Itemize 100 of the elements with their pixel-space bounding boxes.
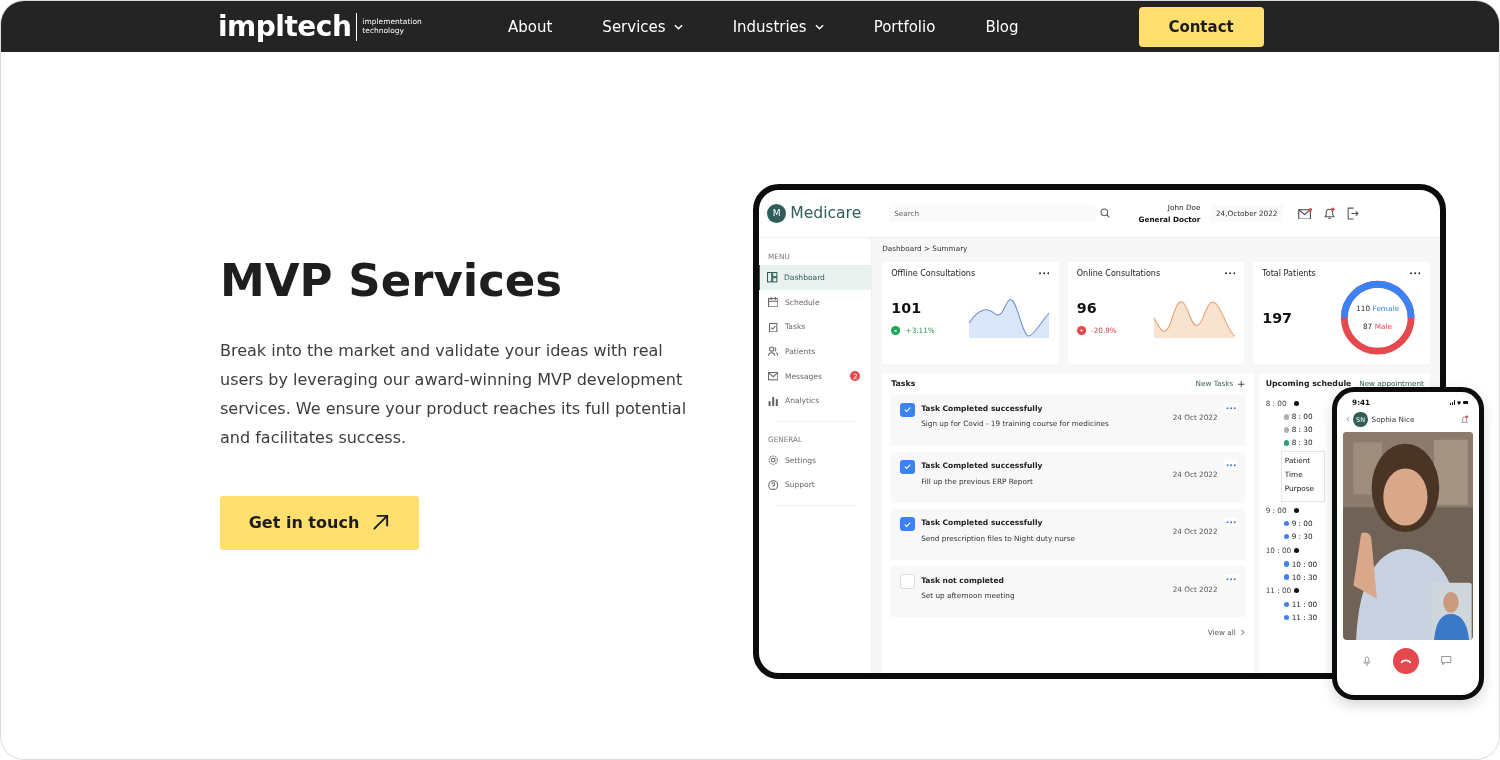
sidebar-item[interactable]: Tasks: [759, 314, 871, 340]
sidebar-item[interactable]: Messages 2: [759, 363, 871, 389]
hero-title: MVP Services: [220, 256, 564, 306]
more-icon[interactable]: [1039, 272, 1050, 275]
task-title: Task Completed successfully: [921, 403, 1044, 413]
popup-label: Patient: [1284, 455, 1312, 465]
slot-time[interactable]: 11 : 30: [1291, 612, 1318, 622]
sidebar-item[interactable]: Patients: [759, 339, 871, 364]
sidebar-item[interactable]: Support: [759, 472, 871, 498]
popup-label: Time: [1284, 469, 1304, 479]
status-icons: [1450, 400, 1469, 406]
timeline-dot: [1294, 400, 1300, 406]
phone-icon: [1400, 657, 1413, 664]
check-icon: [902, 405, 913, 415]
breadcrumb: Dashboard > Summary: [882, 244, 969, 254]
status-time: 9:41: [1352, 398, 1371, 408]
bars-icon: [768, 395, 779, 406]
task-title: Task Completed successfully: [921, 518, 1044, 528]
hero-description: Break into the market and validate your ideas with real users by leveraging our award-winning MVP development services. We ensure your product reaches its full potential and facilitates success.: [220, 339, 688, 449]
date-chip: 24,October 2022: [1210, 205, 1283, 222]
slot-time[interactable]: 9 : 30: [1291, 532, 1313, 542]
slot-time[interactable]: 10 : 30: [1291, 572, 1318, 582]
sidebar-item[interactable]: Settings: [759, 447, 871, 473]
user-role: General Doctor: [1138, 214, 1201, 224]
legend-label: Female: [1372, 304, 1399, 314]
slot-time[interactable]: 8 : 30: [1291, 425, 1313, 435]
task-date: 24 Oct 2022: [1172, 470, 1218, 480]
task-checkbox[interactable]: [900, 459, 915, 475]
slot-time[interactable]: 8 : 30: [1291, 438, 1313, 448]
arrow-up-right-icon: [371, 513, 391, 532]
task-date: 24 Oct 2022: [1172, 584, 1218, 594]
stat-value: 197: [1262, 309, 1293, 326]
legend-value: 87: [1363, 322, 1373, 332]
sidebar-heading: MENU: [767, 252, 791, 262]
slot-time[interactable]: 10 : 00: [1291, 559, 1318, 569]
more-icon[interactable]: [1224, 272, 1235, 275]
sidebar-heading: GENERAL: [767, 434, 804, 444]
end-call-button[interactable]: [1393, 647, 1420, 674]
task-checkbox[interactable]: [900, 517, 915, 532]
view-all-link[interactable]: View all: [1207, 627, 1236, 637]
chevron-right-icon[interactable]: [1241, 628, 1245, 636]
stat-value: 96: [1076, 299, 1098, 316]
hour-label: 10 : 00: [1265, 545, 1290, 555]
get-in-touch-button[interactable]: Get in touch: [220, 495, 419, 550]
hour-label: 8 : 00: [1265, 398, 1288, 408]
task-detail: Set up afternoon meeting: [921, 591, 1016, 601]
task-checkbox[interactable]: [900, 402, 915, 417]
mail-icon[interactable]: [1298, 207, 1313, 220]
contact-button[interactable]: Contact: [1138, 6, 1264, 47]
task-title: Task not completed: [921, 575, 1005, 585]
more-icon[interactable]: [1410, 272, 1421, 275]
bell-icon[interactable]: [1460, 415, 1470, 425]
plus-icon[interactable]: [1238, 380, 1245, 388]
dashboard-icon: [767, 272, 778, 283]
logo[interactable]: impltech: [218, 12, 358, 41]
timeline-dot: [1294, 507, 1300, 513]
logout-icon[interactable]: [1346, 206, 1360, 220]
brand-name: Medicare: [790, 204, 862, 223]
search-field[interactable]: Search: [889, 204, 1096, 223]
nav-link[interactable]: About: [508, 17, 553, 36]
search-icon: [1099, 208, 1110, 219]
slot-time[interactable]: 11 : 00: [1291, 599, 1318, 609]
contact-name: Sophia Nice: [1371, 415, 1416, 425]
slot-time[interactable]: 8 : 00: [1291, 412, 1313, 422]
calendar-icon: [768, 296, 779, 308]
chat-icon[interactable]: [1441, 656, 1452, 666]
task-detail: Sign up for Covid - 19 training course for medicines: [921, 419, 1110, 429]
stat-value: 101: [891, 299, 923, 316]
mail-icon: [768, 370, 779, 382]
hour-label: 9 : 00: [1265, 505, 1288, 515]
bell-icon[interactable]: [1322, 206, 1336, 220]
sidebar-item[interactable]: Analytics: [759, 388, 871, 414]
legend-label: Male: [1374, 322, 1393, 332]
new-tasks-link[interactable]: New Tasks: [1195, 379, 1234, 389]
unread-badge: 2: [850, 370, 861, 382]
check-icon: [902, 519, 913, 529]
new-appointment-link[interactable]: New appointment: [1359, 379, 1424, 389]
nav-link[interactable]: Blog: [985, 17, 1019, 36]
clipboard-icon: [768, 321, 779, 332]
help-icon: [768, 479, 779, 490]
people-icon: [768, 346, 779, 357]
timeline-dot: [1294, 588, 1300, 594]
nav-link[interactable]: Services: [602, 17, 683, 36]
slot-time[interactable]: 9 : 00: [1291, 519, 1313, 529]
brand-logo: M: [766, 203, 787, 224]
check-icon: [902, 462, 913, 472]
nav-link[interactable]: Industries: [732, 17, 824, 36]
timeline-dot: [1294, 547, 1300, 554]
back-icon[interactable]: [1345, 416, 1350, 423]
task-detail: Fill up the previous ERP Report: [921, 476, 1034, 486]
sidebar-item[interactable]: Schedule: [759, 289, 871, 315]
change-percent: +3.11%: [905, 326, 935, 336]
task-title: Task Completed successfully: [921, 461, 1044, 471]
sidebar-item[interactable]: Dashboard: [759, 265, 871, 290]
task-date: 24 Oct 2022: [1172, 413, 1218, 423]
microphone-icon[interactable]: [1363, 655, 1371, 666]
gear-icon: [768, 454, 779, 466]
task-date: 24 Oct 2022: [1172, 527, 1218, 537]
popup-label: Purpose: [1284, 483, 1316, 493]
nav-link[interactable]: Portfolio: [873, 17, 936, 36]
